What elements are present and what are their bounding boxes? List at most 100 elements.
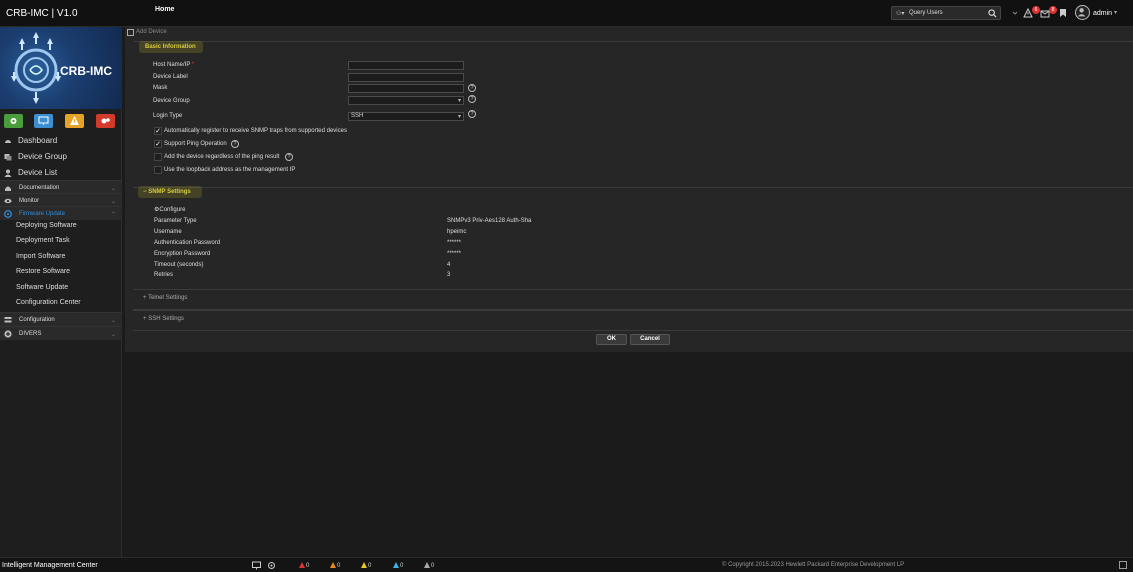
sidebar-item-firmware-update[interactable]: Firmware Update ⌃ <box>0 206 122 220</box>
login-type-select[interactable]: SSH ▾ <box>348 112 464 121</box>
sidebar-item-documentation[interactable]: Documentation ⌄ <box>0 180 122 194</box>
bookmark-icon[interactable] <box>1058 8 1068 18</box>
checkbox-label: Add the device regardless of the ping re… <box>164 154 280 160</box>
sidebar-item-dashboard[interactable]: Dashboard <box>0 134 122 148</box>
chevron-down-icon: ⌄ <box>110 332 116 338</box>
support-ping-checkbox[interactable]: ✓ <box>154 140 162 148</box>
device-label-field[interactable] <box>348 73 464 82</box>
kv-key: Username <box>154 229 182 235</box>
section-title: Telnet Settings <box>148 295 188 301</box>
sidebar-subitem-deploying-software[interactable]: Deploying Software <box>16 222 77 229</box>
sidebar-subitem-deployment-task[interactable]: Deployment Task <box>16 237 70 244</box>
help-icon[interactable]: ? <box>468 110 476 118</box>
snmp-configure-link[interactable]: ⚙Configure <box>154 206 185 213</box>
sidebar-item-device-list[interactable]: Device List <box>0 166 122 180</box>
add-regardless-ping-checkbox[interactable] <box>154 153 162 161</box>
sidebar-item-label: Firmware Update <box>19 211 66 217</box>
kv-value: ****** <box>447 251 462 257</box>
eye-icon <box>4 198 12 204</box>
sidebar-subitem-restore-software[interactable]: Restore Software <box>16 268 70 275</box>
help-icon[interactable]: ? <box>231 140 239 148</box>
gear-quick-button[interactable] <box>4 114 23 128</box>
login-type-value: SSH <box>351 113 364 119</box>
required-marker: * <box>191 62 195 68</box>
sidebar-subitem-import-software[interactable]: Import Software <box>16 253 65 260</box>
device-group-icon <box>4 154 12 161</box>
cancel-button[interactable]: Cancel <box>630 334 670 345</box>
help-icon[interactable]: ? <box>468 95 476 103</box>
kv-value: hpeimc <box>447 229 467 235</box>
help-icon[interactable]: ? <box>285 153 293 161</box>
chevron-down-icon: ⌄ <box>110 318 116 324</box>
snmp-section-toggle[interactable]: − SNMP Settings <box>143 189 191 195</box>
device-list-icon <box>4 169 12 177</box>
tools-quick-button[interactable] <box>96 114 115 128</box>
ok-button[interactable]: OK <box>596 334 627 345</box>
footer-brand: Intelligent Management Center <box>2 562 98 569</box>
user-menu-caret-icon[interactable]: ▾ <box>1114 9 1117 16</box>
monitor-quick-button[interactable] <box>34 114 53 128</box>
kv-key: Authentication Password <box>154 240 221 246</box>
section-title: SSH Settings <box>148 316 184 322</box>
warning-quick-button[interactable] <box>65 114 84 128</box>
checkbox-label: Use the loopback address as the manageme… <box>164 167 296 173</box>
warning-icon <box>70 116 79 125</box>
auto-register-snmp-checkbox[interactable]: ✓ <box>154 127 162 135</box>
ssh-section-toggle[interactable]: + SSH Settings <box>143 316 184 322</box>
gear-icon <box>10 118 17 124</box>
top-bar: CRB-IMC | V1.0 Home ⚇▾ Query Users 6 8 a… <box>0 0 1133 27</box>
sidebar-item-label: Monitor <box>19 198 40 204</box>
mask-field[interactable] <box>348 84 464 93</box>
sidebar-subitem-configuration-center[interactable]: Configuration Center <box>16 299 81 306</box>
sidebar-item-monitor[interactable]: Monitor ⌄ <box>0 193 122 207</box>
info-alarm-count[interactable]: 0 <box>424 562 434 569</box>
search-input[interactable]: ⚇▾ Query Users <box>891 6 1001 20</box>
section-title: SNMP Settings <box>148 189 191 195</box>
kv-value: SNMPv3 Priv-Aes128 Auth-Sha <box>447 218 532 224</box>
tools-icon <box>101 118 110 124</box>
critical-alarm-count[interactable]: 0 <box>299 562 309 569</box>
tab-home[interactable]: Home <box>155 6 174 13</box>
device-group-select[interactable]: ▾ <box>348 96 464 105</box>
settings-icon[interactable] <box>267 561 276 570</box>
logo: CRB-IMC <box>0 27 122 109</box>
users-scope-icon[interactable]: ⚇▾ <box>896 10 904 17</box>
plus-icon: + <box>143 295 147 301</box>
breadcrumb: Add Device <box>125 27 1133 39</box>
app-title: CRB-IMC | V1.0 <box>6 8 78 19</box>
loopback-address-checkbox[interactable] <box>154 166 162 174</box>
sidebar-item-label: Dashboard <box>18 136 58 145</box>
help-icon[interactable]: ? <box>468 84 476 92</box>
monitor-icon[interactable] <box>252 561 261 570</box>
major-alarm-count[interactable]: 0 <box>330 562 340 569</box>
sidebar-item-divers[interactable]: DIVERS ⌄ <box>0 326 122 340</box>
kv-value: 4 <box>447 262 451 268</box>
telnet-section-toggle[interactable]: + Telnet Settings <box>143 295 187 301</box>
sidebar-subitem-software-update[interactable]: Software Update <box>16 284 68 291</box>
critical-alarm-icon <box>299 562 305 568</box>
kv-value: ****** <box>447 240 462 246</box>
search-icon[interactable] <box>988 9 997 18</box>
avatar[interactable] <box>1075 5 1090 20</box>
warning-alarm-count[interactable]: 0 <box>393 562 403 569</box>
sidebar-item-configuration[interactable]: Configuration ⌄ <box>0 312 122 326</box>
dropdown-arrow-icon: ▾ <box>457 98 461 104</box>
chevron-down-icon: ⌄ <box>110 199 116 205</box>
host-name-field[interactable] <box>348 61 464 70</box>
kv-key: Retries <box>154 272 174 278</box>
telnet-settings-section: + Telnet Settings <box>133 289 1133 310</box>
sidebar-item-label: Configuration <box>19 317 55 323</box>
minor-alarm-count[interactable]: 0 <box>361 562 371 569</box>
alarm-count: 0 <box>337 563 341 569</box>
main-content: Add Device Basic Information Host Name/I… <box>125 27 1133 352</box>
basic-information-section: Basic Information Host Name/IP * Device … <box>133 41 1133 201</box>
alarm-count: 0 <box>368 563 372 569</box>
collapse-down-icon[interactable] <box>1010 8 1020 18</box>
add-device-icon <box>127 29 134 36</box>
user-name[interactable]: admin <box>1093 10 1112 17</box>
expand-icon[interactable] <box>1119 561 1127 569</box>
alarm-count: 0 <box>306 563 310 569</box>
alarm-count: 0 <box>431 563 435 569</box>
alarm-count: 0 <box>400 563 404 569</box>
sidebar-item-device-group[interactable]: Device Group <box>0 150 122 164</box>
